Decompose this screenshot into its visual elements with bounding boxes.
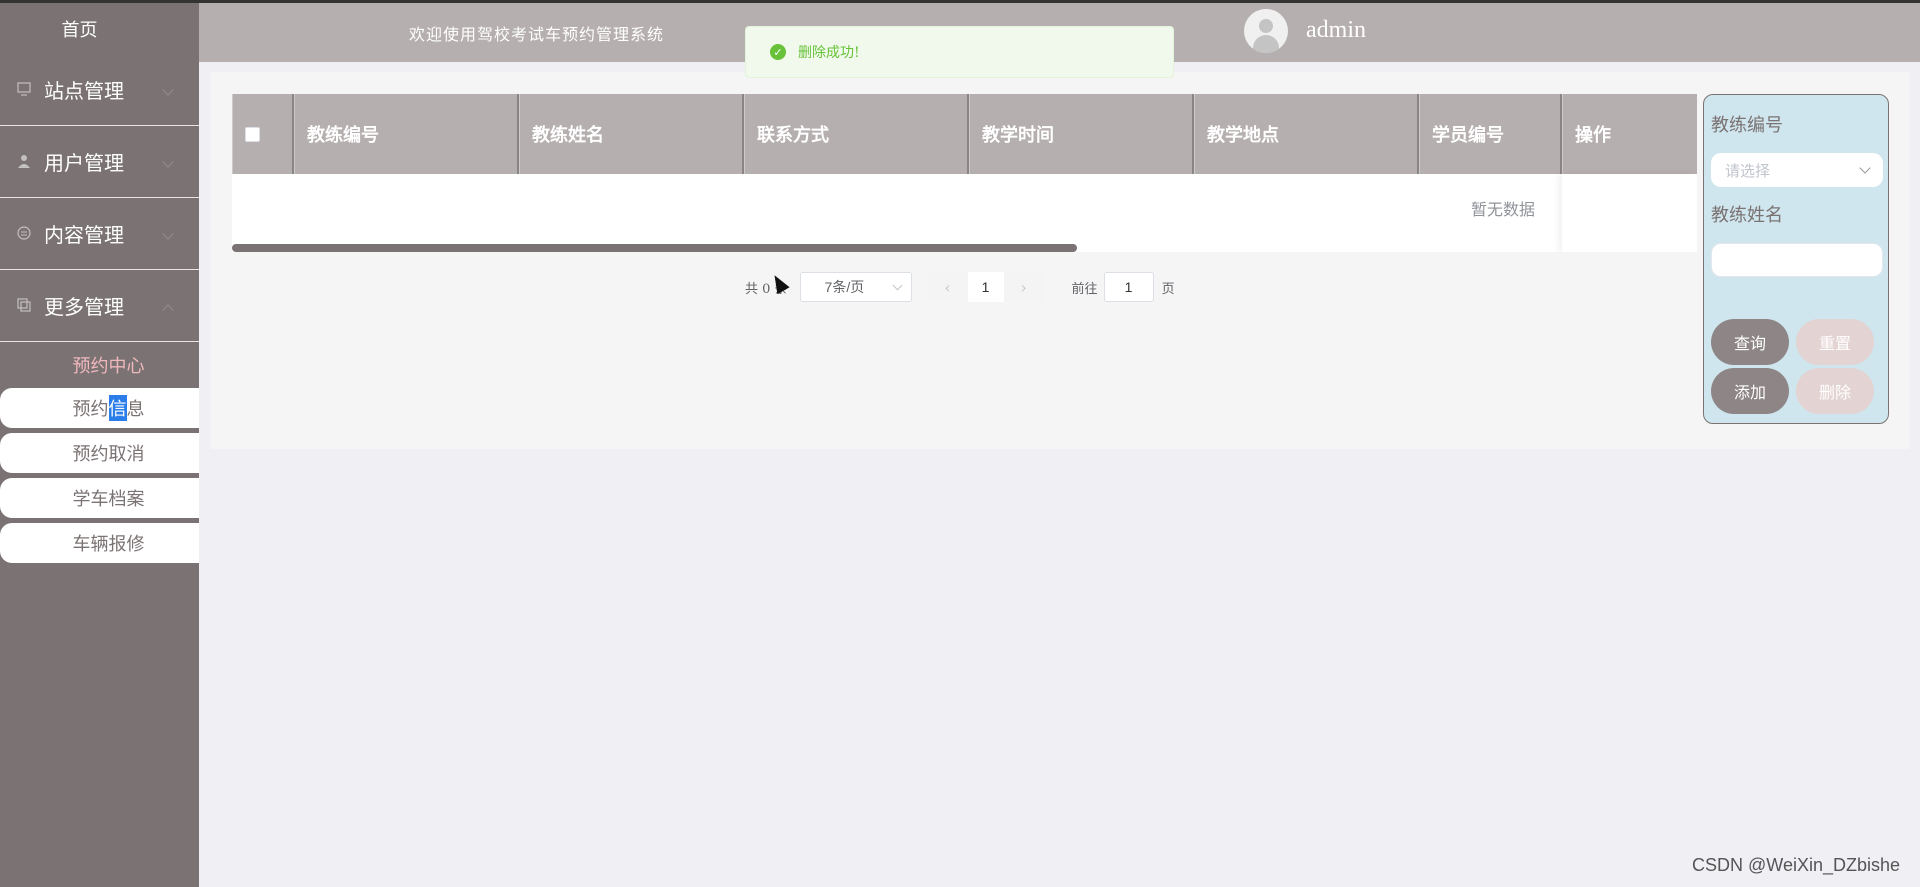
coach-name-label: 教练姓名: [1711, 205, 1783, 226]
user-icon: [18, 155, 30, 168]
submenu-label-part: 息: [126, 399, 145, 420]
coach-id-placeholder: 请选择: [1725, 161, 1771, 180]
sidebar-item-label: 内容管理: [44, 223, 124, 247]
column-header-coach-id[interactable]: 教练编号: [294, 94, 519, 174]
chevron-down-icon: [162, 156, 174, 168]
coach-name-input[interactable]: [1711, 243, 1883, 277]
search-panel: 教练编号 请选择 教练姓名 查询 重置 添加 删除: [1703, 94, 1889, 424]
monitor-icon: [17, 82, 31, 96]
coach-id-label: 教练编号: [1711, 115, 1783, 136]
select-all-cell: [232, 94, 294, 174]
sidebar-item-label: 站点管理: [44, 79, 124, 103]
check-circle-icon: ✓: [770, 44, 786, 60]
welcome-title: 欢迎使用驾校考试车预约管理系统: [409, 25, 665, 44]
chevron-down-icon: [1859, 162, 1871, 174]
data-table: 教练编号 教练姓名 联系方式 教学时间 教学地点 学员编号 操作 暂无数据: [232, 94, 1697, 252]
column-header-student-id[interactable]: 学员编号: [1419, 94, 1562, 174]
goto-page-input[interactable]: 1: [1103, 272, 1154, 302]
sidebar-item-site-management[interactable]: 站点管理: [0, 54, 199, 126]
watermark: CSDN @WeiXin_DZbishe: [1692, 855, 1901, 875]
sidebar-item-content-management[interactable]: 内容管理: [0, 198, 199, 270]
page-size-select[interactable]: 7条/页: [799, 272, 912, 302]
sidebar-item-more-management[interactable]: 更多管理: [0, 270, 199, 342]
submenu-item-booking-info[interactable]: 预约信息: [0, 388, 199, 428]
sidebar-item-user-management[interactable]: 用户管理: [0, 126, 199, 198]
avatar[interactable]: [1244, 9, 1288, 53]
column-header-teaching-location[interactable]: 教学地点: [1194, 94, 1419, 174]
submenu-item-learning-records[interactable]: 学车档案: [0, 478, 199, 518]
sidebar: 首页 站点管理 用户管理 内容管理 更多管理 预约中心 预约信息 预约取消 学车…: [0, 0, 199, 887]
column-header-actions: 操作: [1562, 94, 1697, 174]
sidebar-item-label: 更多管理: [44, 295, 124, 319]
sidebar-item-label: 用户管理: [44, 151, 124, 175]
column-header-coach-name[interactable]: 教练姓名: [519, 94, 744, 174]
success-toast: ✓ 删除成功!: [745, 26, 1174, 78]
chevron-down-icon: [162, 228, 174, 240]
table-header: 教练编号 教练姓名 联系方式 教学时间 教学地点 学员编号 操作: [232, 94, 1697, 174]
chevron-left-icon: ‹: [944, 277, 951, 297]
query-button[interactable]: 查询: [1711, 319, 1789, 365]
reset-button[interactable]: 重置: [1796, 319, 1874, 365]
pagination: 共 0 条 7条/页 ‹ 1 › 前往 1 页: [745, 272, 1175, 302]
submenu-title-booking-center[interactable]: 预约中心: [0, 342, 199, 388]
text-selection-highlight: 信: [108, 395, 127, 421]
username[interactable]: admin: [1306, 17, 1366, 44]
select-all-checkbox[interactable]: [245, 126, 260, 142]
page-number-current[interactable]: 1: [967, 272, 1004, 302]
sidebar-home[interactable]: 首页: [0, 0, 199, 54]
column-header-teaching-time[interactable]: 教学时间: [969, 94, 1194, 174]
fixed-actions-column: [1562, 174, 1697, 252]
goto-label: 前往: [1071, 281, 1098, 297]
prev-page-button[interactable]: ‹: [927, 272, 968, 302]
chevron-up-icon: [162, 304, 174, 316]
message-icon: [17, 226, 31, 240]
submenu-item-booking-cancel[interactable]: 预约取消: [0, 433, 199, 473]
submenu-label-part: 预约: [72, 399, 109, 420]
submenu-item-vehicle-repair[interactable]: 车辆报修: [0, 523, 199, 563]
chevron-down-icon: [892, 280, 902, 291]
chevron-down-icon: [162, 84, 174, 96]
copy-icon: [17, 298, 31, 312]
page-size-value: 7条/页: [824, 279, 865, 295]
toast-message: 删除成功!: [798, 45, 860, 61]
page-suffix: 页: [1161, 281, 1175, 297]
column-header-contact[interactable]: 联系方式: [744, 94, 969, 174]
horizontal-scrollbar[interactable]: [232, 244, 1077, 252]
chevron-right-icon: ›: [1020, 277, 1027, 297]
empty-state-text: 暂无数据: [1470, 200, 1535, 219]
add-button[interactable]: 添加: [1711, 368, 1789, 414]
coach-id-select[interactable]: 请选择: [1711, 153, 1883, 187]
next-page-button[interactable]: ›: [1003, 272, 1044, 302]
delete-button[interactable]: 删除: [1796, 368, 1874, 414]
